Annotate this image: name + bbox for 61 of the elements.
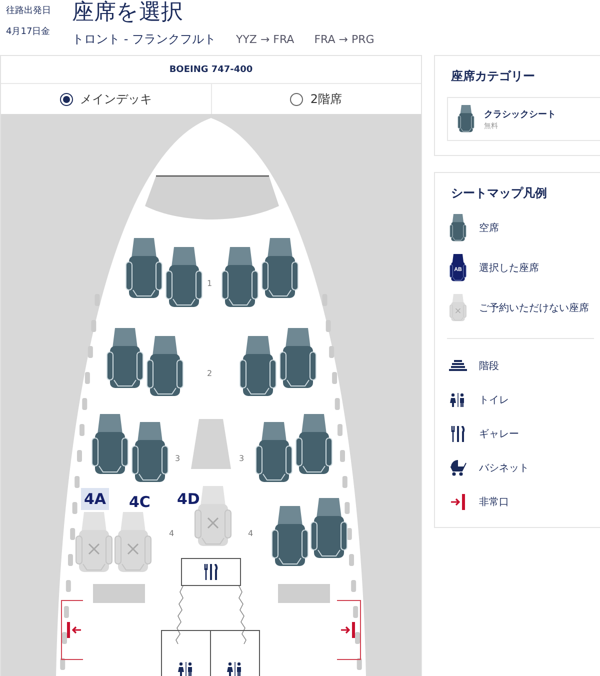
legend-label: 選択した座席: [479, 262, 539, 275]
stroller-icon: [449, 460, 467, 476]
legend-label: ご予約いただけない座席: [479, 302, 589, 315]
seat[interactable]: [239, 336, 277, 398]
toilet-icon: [178, 662, 194, 676]
seat[interactable]: [91, 414, 129, 476]
row-number: 2: [207, 369, 212, 378]
seat[interactable]: [295, 414, 333, 476]
unavailable-seat-icon: [448, 294, 468, 322]
seat[interactable]: [165, 247, 203, 309]
seat[interactable]: [279, 328, 317, 390]
departure-date: 4月17日金: [6, 26, 52, 38]
row-number: 1: [207, 279, 212, 288]
seat[interactable]: [221, 247, 259, 309]
deck-label: メインデッキ: [80, 90, 152, 108]
radio-button[interactable]: [60, 92, 73, 106]
row-number: 3: [239, 454, 244, 463]
seat[interactable]: [310, 498, 348, 560]
seat[interactable]: [261, 238, 299, 300]
galley-icon: [451, 426, 465, 442]
flight-segment[interactable]: FRA → PRG: [314, 33, 374, 46]
legend-label: 空席: [479, 222, 499, 235]
available-seat-icon: [448, 214, 468, 242]
card-title: シートマップ凡例: [451, 185, 548, 202]
page-title: 座席を選択: [72, 0, 184, 26]
closet-shape: [191, 419, 231, 469]
legend-label: 階段: [479, 360, 499, 373]
seat-icon: [456, 105, 476, 133]
exit-icon: [450, 494, 466, 510]
radio-button[interactable]: [290, 92, 304, 106]
seat[interactable]: [146, 336, 184, 398]
row-number: 4: [169, 529, 174, 538]
seat-number: 4C: [128, 492, 152, 513]
seat-number: 4A: [81, 488, 110, 510]
deck-label: 2階席: [310, 90, 342, 108]
legend-label: 非常口: [479, 496, 509, 509]
legend-label: ギャレー: [479, 428, 519, 441]
toilet-icon: [450, 393, 466, 407]
seat[interactable]: [125, 238, 163, 300]
seat[interactable]: [255, 422, 293, 484]
seat[interactable]: [131, 422, 169, 484]
stairs-block: [278, 584, 330, 603]
flight-segment[interactable]: YYZ → FRA: [236, 33, 294, 46]
galley-icon: [204, 564, 218, 580]
seat-number: 4D: [176, 489, 201, 510]
toilet-icon: [226, 662, 242, 676]
row-number: 4: [248, 529, 254, 538]
category-name: クラシックシート: [484, 108, 556, 120]
exit-icon: [340, 622, 356, 638]
stairs-icon: [448, 360, 468, 372]
legend-label: バシネット: [479, 462, 529, 475]
card-title: 座席カテゴリー: [451, 68, 536, 85]
exit-icon: [66, 622, 82, 638]
date-label: 往路出発日: [6, 4, 52, 17]
stairs-block: [93, 584, 145, 603]
legend-label: トイレ: [479, 394, 509, 407]
row-number: 3: [175, 454, 180, 463]
route-text: トロント - フランクフルト: [72, 31, 216, 48]
seat[interactable]: [106, 328, 144, 390]
seat[interactable]: [271, 506, 309, 568]
aircraft-type: BOEING 747-400: [1, 56, 421, 84]
